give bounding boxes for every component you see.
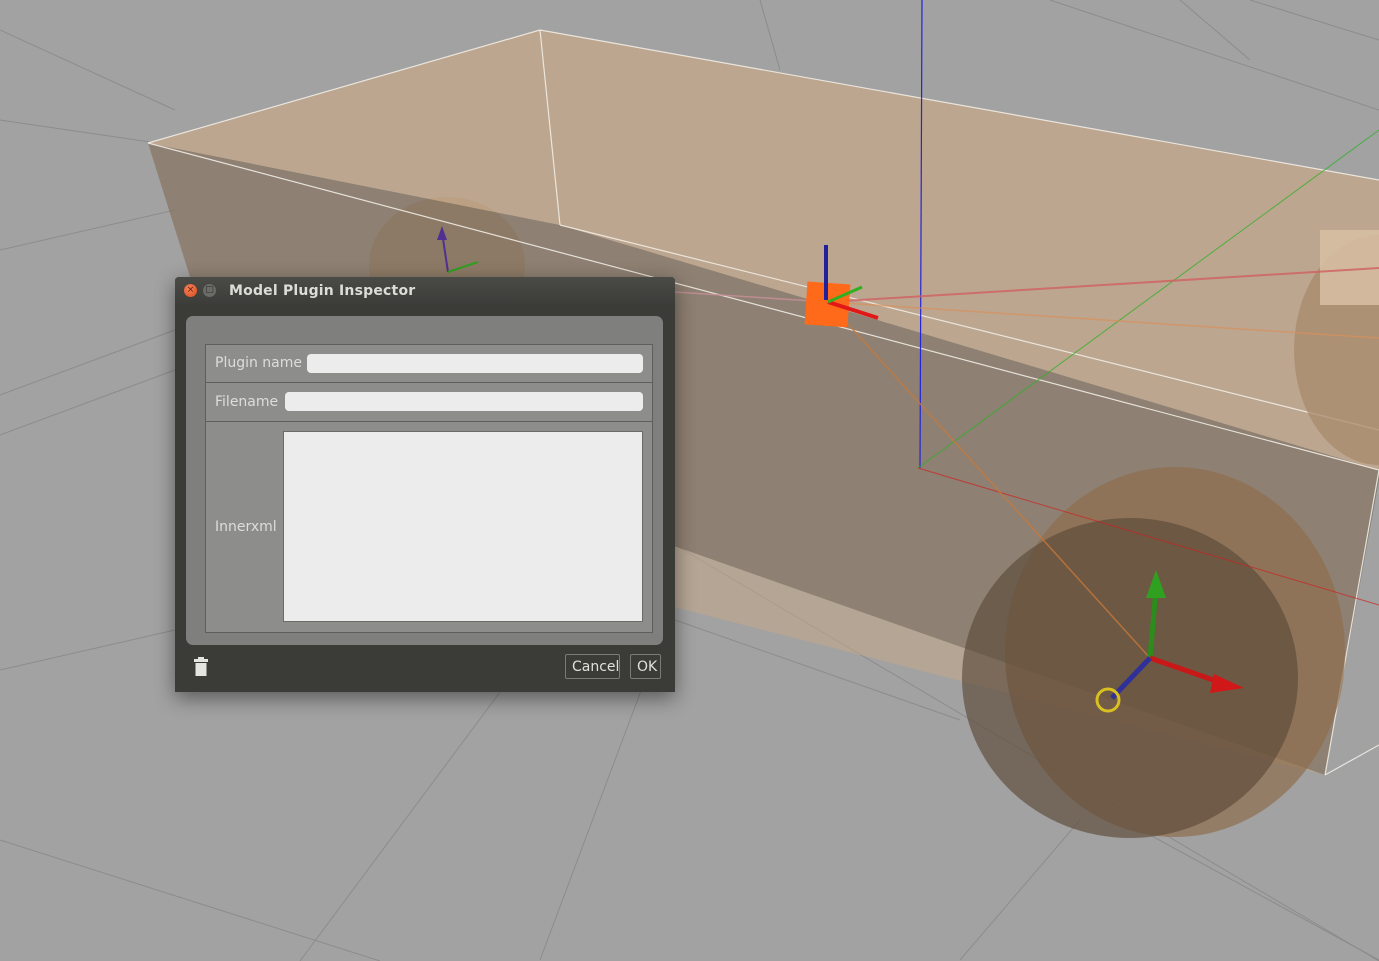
filename-row: Filename [206, 383, 652, 422]
ok-button[interactable]: OK [630, 654, 661, 679]
innerxml-label: Innerxml [215, 519, 277, 535]
model-plugin-inspector-dialog: × □ Model Plugin Inspector Plugin name F… [175, 277, 675, 692]
innerxml-textarea[interactable] [283, 431, 643, 622]
plugin-name-label: Plugin name [215, 355, 303, 371]
innerxml-row: Innerxml [206, 422, 652, 632]
dialog-title: Model Plugin Inspector [229, 283, 416, 299]
cancel-button[interactable]: Cancel [565, 654, 620, 679]
plugin-form: Plugin name Filename Innerxml [205, 344, 653, 633]
trash-icon[interactable] [193, 657, 209, 677]
plugin-form-panel: Plugin name Filename Innerxml [186, 316, 663, 645]
filename-input[interactable] [285, 392, 643, 411]
close-icon[interactable]: × [184, 284, 197, 297]
plugin-name-row: Plugin name [206, 345, 652, 383]
minimize-icon[interactable]: □ [203, 284, 216, 297]
filename-label: Filename [215, 394, 279, 410]
dialog-titlebar[interactable]: × □ Model Plugin Inspector [175, 277, 675, 305]
plugin-name-input[interactable] [307, 354, 643, 373]
